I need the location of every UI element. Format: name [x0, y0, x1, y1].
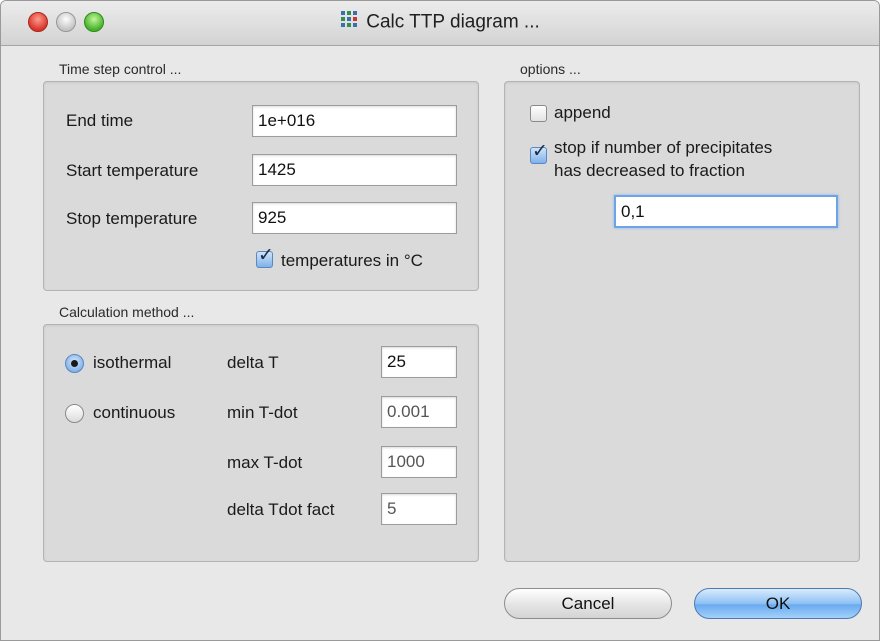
cancel-button[interactable]: Cancel: [504, 588, 672, 619]
stop-temperature-label: Stop temperature: [66, 209, 198, 228]
time-step-group-label: Time step control ...: [59, 61, 182, 77]
calc-method-group-label: Calculation method ...: [59, 304, 195, 320]
stop-fraction-label-line1[interactable]: stop if number of precipitates: [554, 138, 772, 158]
end-time-input[interactable]: [252, 105, 457, 137]
append-label[interactable]: append: [554, 103, 611, 123]
append-checkbox[interactable]: [530, 105, 547, 122]
delta-tdot-fact-input[interactable]: [381, 493, 457, 525]
isothermal-label[interactable]: isothermal: [93, 353, 171, 373]
delta-tdot-fact-label: delta Tdot fact: [227, 500, 335, 519]
end-time-label: End time: [66, 111, 134, 130]
ok-button[interactable]: OK: [694, 588, 862, 619]
start-temperature-label: Start temperature: [66, 161, 199, 180]
window-title: Calc TTP diagram ...: [366, 11, 540, 33]
temperatures-celsius-label[interactable]: temperatures in °C: [281, 251, 423, 271]
stop-fraction-checkbox[interactable]: ✓: [530, 142, 548, 164]
start-temperature-input[interactable]: [252, 154, 457, 186]
stop-fraction-label-line2[interactable]: has decreased to fraction: [554, 161, 745, 181]
checkmark-icon: ✓: [532, 141, 548, 162]
options-group-label: options ...: [520, 61, 581, 77]
stop-temperature-input[interactable]: [252, 202, 457, 234]
app-grid-icon: [340, 10, 360, 35]
max-tdot-input[interactable]: [381, 446, 457, 478]
window-title-wrap: Calc TTP diagram ...: [1, 10, 879, 35]
dialog-window: Calc TTP diagram ... Time step control .…: [0, 0, 880, 641]
delta-t-input[interactable]: [381, 346, 457, 378]
max-tdot-label: max T-dot: [227, 453, 303, 472]
min-tdot-input[interactable]: [381, 396, 457, 428]
fraction-input[interactable]: [614, 195, 838, 228]
min-tdot-label: min T-dot: [227, 403, 298, 422]
isothermal-radio[interactable]: [65, 354, 84, 373]
radio-selected-dot-icon: [71, 360, 78, 367]
checkmark-icon: ✓: [258, 245, 274, 266]
continuous-label[interactable]: continuous: [93, 403, 175, 423]
title-bar: Calc TTP diagram ...: [1, 1, 879, 46]
continuous-radio[interactable]: [65, 404, 84, 423]
temperatures-celsius-checkbox[interactable]: ✓: [256, 246, 274, 268]
delta-t-label: delta T: [227, 353, 279, 372]
